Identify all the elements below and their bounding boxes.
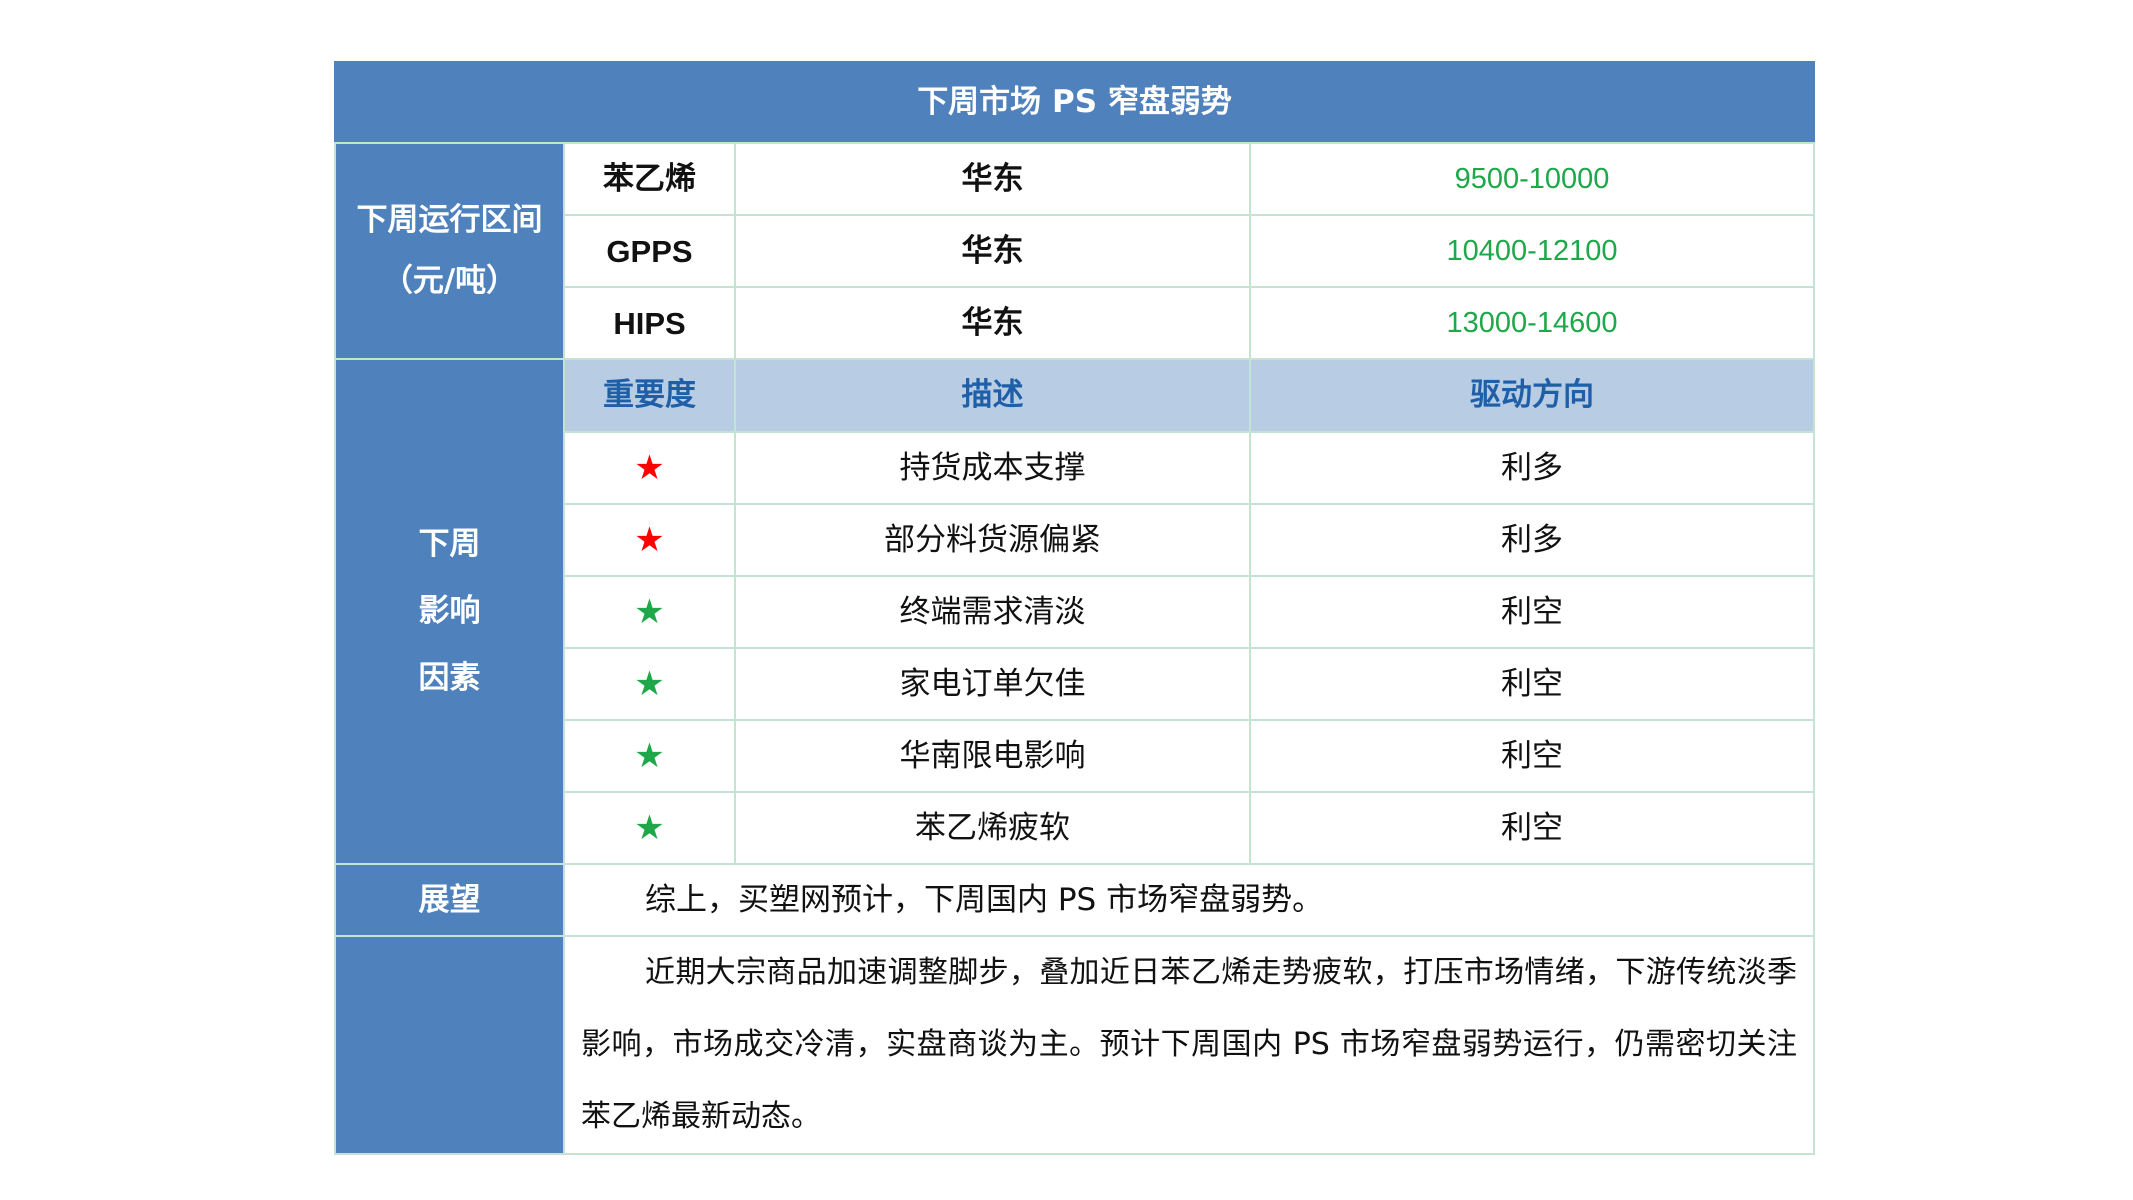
- factor-description: 部分料货源偏紧: [734, 503, 1251, 577]
- factors-label-line: 影响: [418, 593, 481, 629]
- price-range-label: 下周运行区间 （元/吨）: [334, 142, 565, 360]
- analysis-paragraph: 近期大宗商品加速调整脚步，叠加近日苯乙烯走势疲软，打压市场情绪，下游传统淡季影响…: [581, 955, 1798, 1134]
- star-icon: ★: [634, 664, 665, 704]
- importance-cell: ★: [563, 791, 736, 865]
- importance-cell: ★: [563, 719, 736, 793]
- importance-cell: ★: [563, 647, 736, 721]
- direction-header: 驱动方向: [1248, 358, 1816, 433]
- product-cell: HIPS: [563, 286, 736, 360]
- factor-direction: 利空: [1248, 719, 1816, 793]
- table-title: 下周市场 PS 窄盘弱势: [333, 61, 1816, 144]
- region-cell: 华东: [734, 286, 1251, 360]
- factor-direction: 利空: [1248, 575, 1816, 649]
- description-header: 描述: [734, 358, 1251, 433]
- importance-cell: ★: [563, 575, 736, 649]
- outlook-label: 展望: [334, 863, 565, 937]
- price-range-value: 10400-12100: [1248, 214, 1816, 288]
- ps-forecast-table: 下周市场 PS 窄盘弱势 下周运行区间 （元/吨） 苯乙烯 华东 9500-10…: [333, 61, 1816, 1155]
- factor-description: 家电订单欠佳: [734, 647, 1251, 721]
- factor-direction: 利空: [1248, 791, 1816, 865]
- price-range-value: 9500-10000: [1248, 142, 1816, 216]
- product-cell: 苯乙烯: [563, 142, 736, 216]
- factor-direction: 利多: [1248, 431, 1816, 505]
- star-icon: ★: [634, 448, 665, 488]
- outlook-text: 综上，买塑网预计，下周国内 PS 市场窄盘弱势。: [562, 863, 1816, 937]
- factors-label: 下周 影响 因素: [334, 358, 565, 865]
- price-range-label-line1: 下周运行区间: [356, 202, 543, 238]
- factor-direction: 利多: [1248, 503, 1816, 577]
- factors-label-line: 下周: [418, 526, 481, 562]
- factor-description: 华南限电影响: [734, 719, 1251, 793]
- product-cell: GPPS: [563, 214, 736, 288]
- analysis-label: [334, 935, 565, 1155]
- price-range-label-line2: （元/吨）: [381, 263, 518, 299]
- factors-label-line: 因素: [418, 660, 481, 696]
- price-range-value: 13000-14600: [1248, 286, 1816, 360]
- importance-cell: ★: [563, 503, 736, 577]
- factor-direction: 利空: [1248, 647, 1816, 721]
- importance-header: 重要度: [563, 358, 736, 433]
- star-icon: ★: [634, 520, 665, 560]
- importance-cell: ★: [563, 431, 736, 505]
- analysis-cell: 近期大宗商品加速调整脚步，叠加近日苯乙烯走势疲软，打压市场情绪，下游传统淡季影响…: [562, 935, 1816, 1155]
- region-cell: 华东: [734, 142, 1251, 216]
- factor-description: 持货成本支撑: [734, 431, 1251, 505]
- factor-description: 苯乙烯疲软: [734, 791, 1251, 865]
- star-icon: ★: [634, 808, 665, 848]
- star-icon: ★: [634, 592, 665, 632]
- star-icon: ★: [634, 736, 665, 776]
- region-cell: 华东: [734, 214, 1251, 288]
- factor-description: 终端需求清淡: [734, 575, 1251, 649]
